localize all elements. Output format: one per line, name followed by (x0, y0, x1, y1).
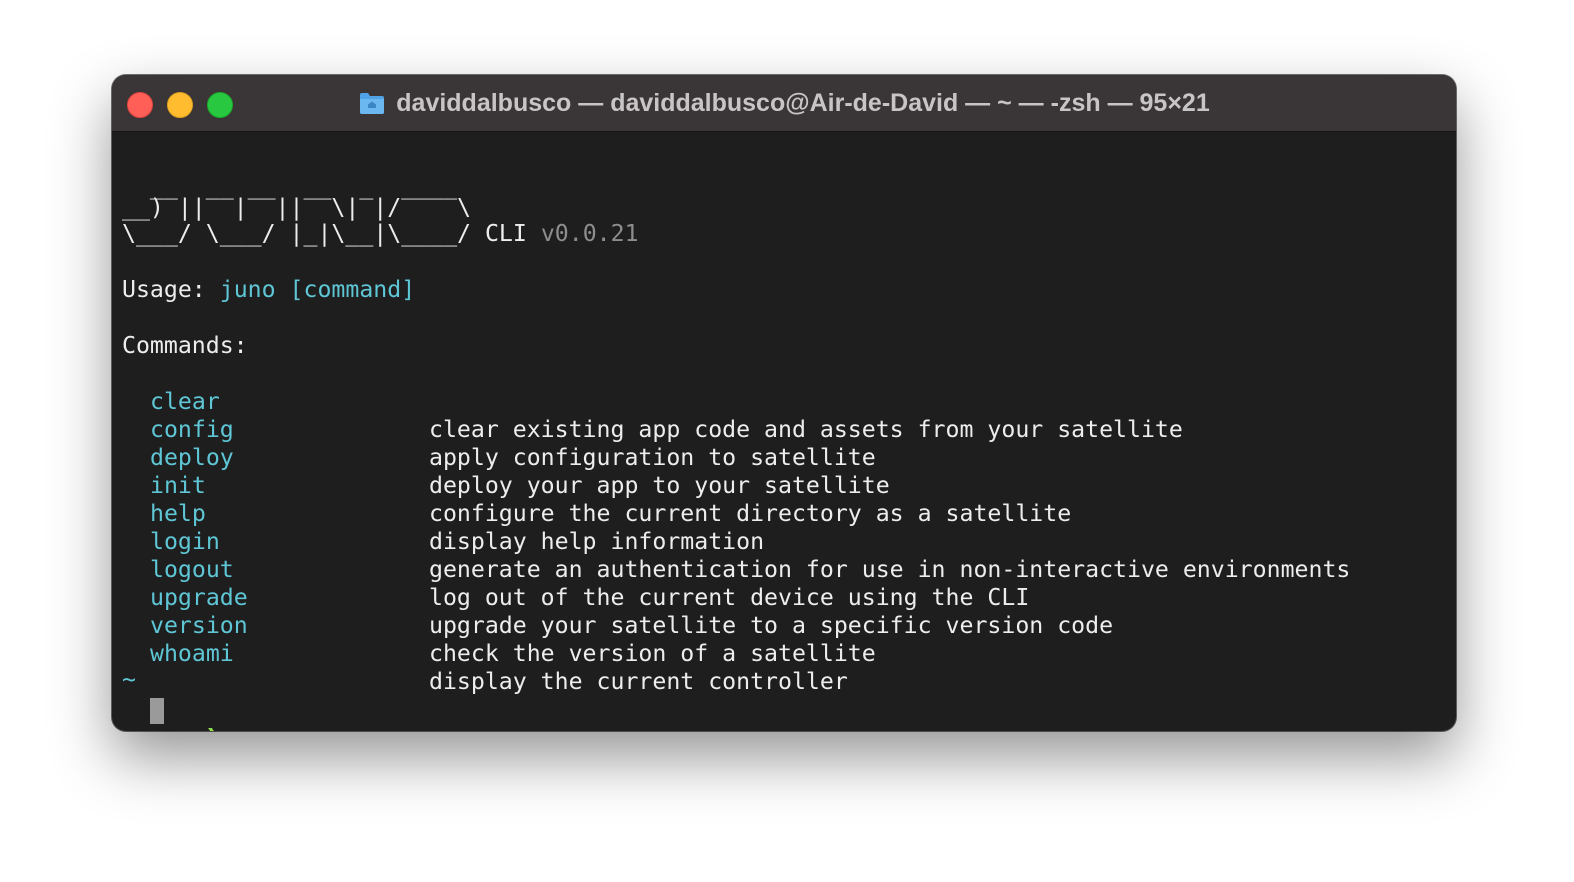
terminal-content[interactable]: __ __ __ __ _ ____ __) || | || \| |/ \ \… (122, 131, 1446, 731)
command-name: whoami (150, 640, 234, 667)
command-description: configure the current directory as a sat… (429, 500, 1072, 527)
prompt-line[interactable]: ❯ (122, 694, 1446, 731)
prompt-cwd: ~ (122, 666, 136, 693)
title-container: daviddalbusco — daviddalbusco@Air-de-Dav… (112, 75, 1456, 131)
title-bar[interactable]: daviddalbusco — daviddalbusco@Air-de-Dav… (112, 75, 1456, 132)
command-row: upgrade upgrade your satellite to a spec… (122, 556, 1113, 639)
command-description: generate an authentication for use in no… (429, 556, 1351, 583)
command-description: deploy your app to your satellite (429, 472, 890, 499)
text-cursor (150, 698, 164, 724)
terminal-window: daviddalbusco — daviddalbusco@Air-de-Dav… (112, 75, 1456, 731)
command-row: login generate an authentication for use… (122, 500, 1350, 583)
command-description: log out of the current device using the … (429, 584, 1030, 611)
command-description: check the version of a satellite (429, 640, 876, 667)
command-description: clear existing app code and assets from … (429, 416, 1183, 443)
banner-art-line-2: __) || | || \| |/ \ (122, 194, 472, 221)
command-row: whoami display the current controller (122, 612, 848, 695)
command-row: logout log out of the current device usi… (122, 528, 1029, 611)
command-row: version check the version of a satellite (122, 584, 876, 667)
banner-art-line-3: \___/ \___/ |_|\__|\____/ CLI v0.0.21 (122, 220, 639, 248)
banner-art-text: \___/ \___/ |_|\__|\____/ (122, 220, 485, 247)
usage-line: Usage: juno [command] (122, 276, 415, 304)
command-row: clear clear existing app code and assets… (122, 360, 1183, 443)
commands-heading: Commands: (122, 332, 248, 359)
folder-icon (358, 89, 386, 117)
command-description: display help information (429, 528, 765, 555)
command-row: config apply configuration to satellite (122, 388, 876, 471)
window-title: daviddalbusco — daviddalbusco@Air-de-Dav… (396, 88, 1210, 117)
cli-label: CLI (484, 220, 527, 247)
command-row: deploy deploy your app to your satellite (122, 416, 890, 499)
command-description: upgrade your satellite to a specific ver… (429, 612, 1114, 639)
prompt-symbol: ❯ (206, 722, 220, 731)
command-row: help display help information (122, 472, 764, 555)
usage-label: Usage: (122, 276, 220, 303)
usage-command: juno [command] (219, 276, 416, 303)
command-description: apply configuration to satellite (429, 444, 876, 471)
version-label: v0.0.21 (540, 220, 639, 247)
command-row: init configure the current directory as … (122, 444, 1071, 527)
command-description: display the current controller (429, 668, 848, 695)
